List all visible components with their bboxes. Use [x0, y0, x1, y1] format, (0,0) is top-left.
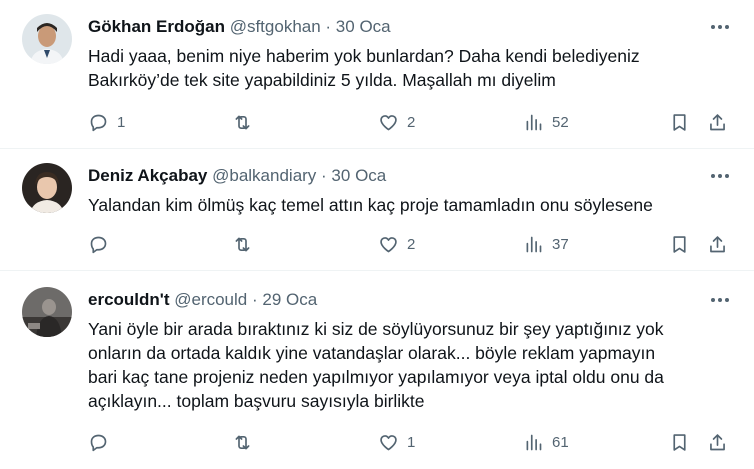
reply-icon — [90, 434, 107, 451]
views-chart-icon — [526, 434, 542, 450]
action-bar: 2 37 — [0, 233, 754, 255]
reply-count: 1 — [117, 113, 126, 131]
handle[interactable]: @balkandiary — [212, 166, 316, 185]
views-count: 61 — [552, 433, 569, 451]
tweet-2[interactable]: Deniz Akçabay @balkandiary · 30 Oca Yala… — [0, 149, 754, 271]
action-bar: 1 61 — [0, 431, 754, 453]
tweet-text: Yalandan kim ölmüş kaç temel attın kaç p… — [88, 195, 653, 215]
tweet-header: Deniz Akçabay @balkandiary · 30 Oca — [88, 165, 724, 187]
display-name[interactable]: ercouldn't — [88, 290, 170, 309]
tweet-header: Gökhan Erdoğan @sftgokhan · 30 Oca — [88, 16, 724, 38]
like-button[interactable]: 1 — [378, 431, 415, 453]
bookmark-icon — [673, 113, 686, 131]
repost-icon — [235, 435, 250, 449]
display-name[interactable]: Gökhan Erdoğan — [88, 17, 225, 36]
views-count: 52 — [552, 113, 569, 131]
like-count: 2 — [407, 235, 416, 253]
share-button[interactable] — [707, 111, 728, 133]
action-bar: 1 2 52 — [0, 111, 754, 133]
reply-button[interactable]: 1 — [88, 111, 125, 133]
avatar[interactable] — [22, 14, 72, 64]
views-button[interactable]: 37 — [523, 233, 569, 255]
heart-icon — [380, 114, 397, 130]
tweet-text: Hadi yaaa, benim niye haberim yok bunlar… — [88, 46, 640, 90]
repost-button[interactable] — [232, 233, 261, 255]
repost-button[interactable] — [232, 431, 261, 453]
more-options-icon[interactable] — [708, 289, 732, 311]
views-button[interactable]: 52 — [523, 111, 569, 133]
bookmark-button[interactable] — [669, 431, 690, 453]
bookmark-icon — [673, 433, 686, 451]
tweet-3[interactable]: ercouldn't @ercould · 29 Oca Yani öyle b… — [0, 271, 754, 469]
views-button[interactable]: 61 — [523, 431, 569, 453]
bookmark-icon — [673, 235, 686, 253]
display-name[interactable]: Deniz Akçabay — [88, 166, 207, 185]
more-options-icon[interactable] — [708, 16, 732, 38]
share-button[interactable] — [707, 233, 728, 255]
avatar[interactable] — [22, 287, 72, 337]
more-options-icon[interactable] — [708, 165, 732, 187]
reply-icon — [90, 114, 107, 131]
timestamp[interactable]: · 29 Oca — [252, 290, 317, 309]
share-button[interactable] — [707, 431, 728, 453]
share-icon — [710, 235, 725, 252]
like-count: 2 — [407, 113, 416, 131]
tweet-1[interactable]: Gökhan Erdoğan @sftgokhan · 30 Oca Hadi … — [0, 0, 754, 149]
reply-icon — [90, 236, 107, 253]
views-count: 37 — [552, 235, 569, 253]
like-button[interactable]: 2 — [378, 233, 415, 255]
like-count: 1 — [407, 433, 416, 451]
handle[interactable]: @sftgokhan — [230, 17, 321, 36]
handle[interactable]: @ercould — [174, 290, 247, 309]
share-icon — [710, 433, 725, 450]
avatar[interactable] — [22, 163, 72, 213]
reply-button[interactable] — [88, 431, 117, 453]
bookmark-button[interactable] — [669, 233, 690, 255]
tweet-text: Yani öyle bir arada bıraktınız ki siz de… — [88, 319, 664, 411]
views-chart-icon — [526, 236, 542, 252]
views-chart-icon — [526, 114, 542, 130]
reply-button[interactable] — [88, 233, 117, 255]
tweet-header: ercouldn't @ercould · 29 Oca — [88, 289, 724, 311]
share-icon — [710, 113, 725, 130]
repost-icon — [235, 237, 250, 251]
heart-icon — [380, 434, 397, 450]
bookmark-button[interactable] — [669, 111, 690, 133]
like-button[interactable]: 2 — [378, 111, 415, 133]
timestamp[interactable]: · 30 Oca — [321, 166, 386, 185]
repost-button[interactable] — [232, 111, 261, 133]
repost-icon — [235, 115, 250, 129]
timestamp[interactable]: · 30 Oca — [325, 17, 390, 36]
heart-icon — [380, 236, 397, 252]
